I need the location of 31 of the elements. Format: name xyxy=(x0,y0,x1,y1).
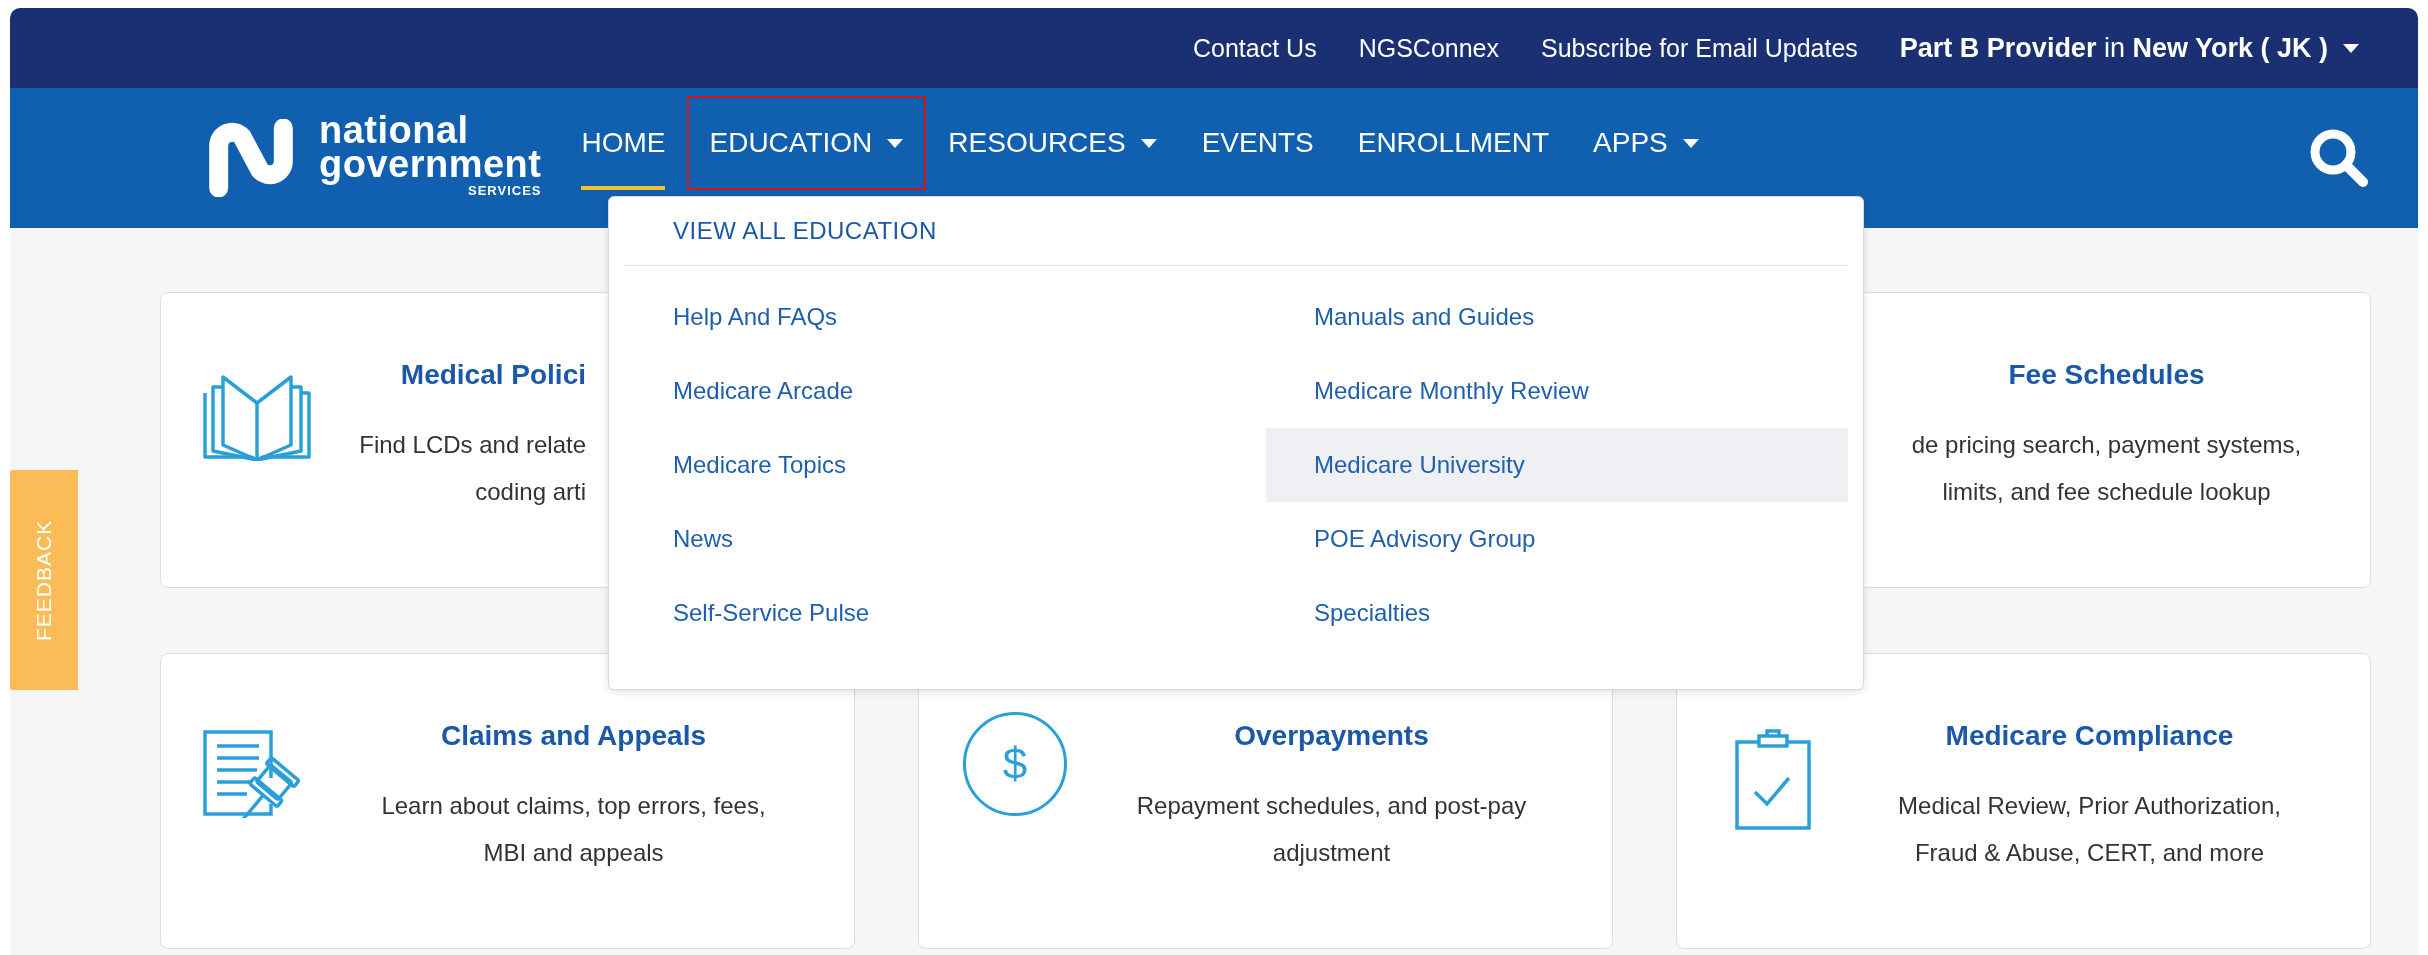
nav-tab[interactable]: ENROLLMENT xyxy=(1335,96,1572,190)
top-link[interactable]: Contact Us xyxy=(1193,33,1317,63)
search-icon[interactable] xyxy=(2308,127,2370,189)
card-title[interactable]: Fee Schedules xyxy=(2008,359,2205,391)
logo-tagline: SERVICES xyxy=(467,183,542,199)
caret-icon xyxy=(1139,137,1158,149)
clipboard-check-icon xyxy=(1733,728,1813,832)
card-description: Find LCDs and relate coding arti xyxy=(358,430,586,507)
dollar-icon: $ xyxy=(963,712,1067,816)
card-description: Medical Review, Prior Authorization, Fraud & Abuse, CERT, and more xyxy=(1897,791,2282,868)
card[interactable]: Medicare Compliance Medical Review, Prior Authorization, Fraud & Abuse, CERT, and more xyxy=(1676,653,2371,949)
top-link[interactable]: Subscribe for Email Updates xyxy=(1541,33,1858,63)
card-title[interactable]: Medical Polici xyxy=(400,359,586,391)
card-description: Learn about claims, top errors, fees, MBI and appeals xyxy=(380,791,767,868)
caret-icon xyxy=(1681,137,1700,149)
nav-tab[interactable]: RESOURCES xyxy=(926,96,1180,190)
nav-tab[interactable]: EDUCATION xyxy=(687,96,927,190)
view-all-link[interactable]: VIEW ALL EDUCATION xyxy=(625,197,1848,265)
card-description: Repayment schedules, and post-pay adjustment xyxy=(1135,791,1528,868)
card[interactable]: Claims and Appeals Learn about claims, top errors, fees, MBI and appeals xyxy=(160,653,855,949)
nav-tab[interactable]: EVENTS xyxy=(1179,96,1336,190)
top-link[interactable]: NGSConnex xyxy=(1358,33,1499,63)
card-title[interactable]: Claims and Appeals xyxy=(440,720,706,752)
caret-icon xyxy=(2342,42,2360,54)
card-description: de pricing search, payment systems, limits, and fee schedule lookup xyxy=(1910,430,2303,507)
nav-tab[interactable]: APPS xyxy=(1571,96,1722,190)
menu-item[interactable]: Medicare University xyxy=(1266,428,1848,502)
region-selector[interactable]: Part B Provider in New York ( JK ) xyxy=(1899,32,2328,64)
card-title[interactable]: Overpayments xyxy=(1234,720,1429,752)
card-title[interactable]: Medicare Compliance xyxy=(1945,720,2234,752)
caret-icon xyxy=(886,137,905,149)
